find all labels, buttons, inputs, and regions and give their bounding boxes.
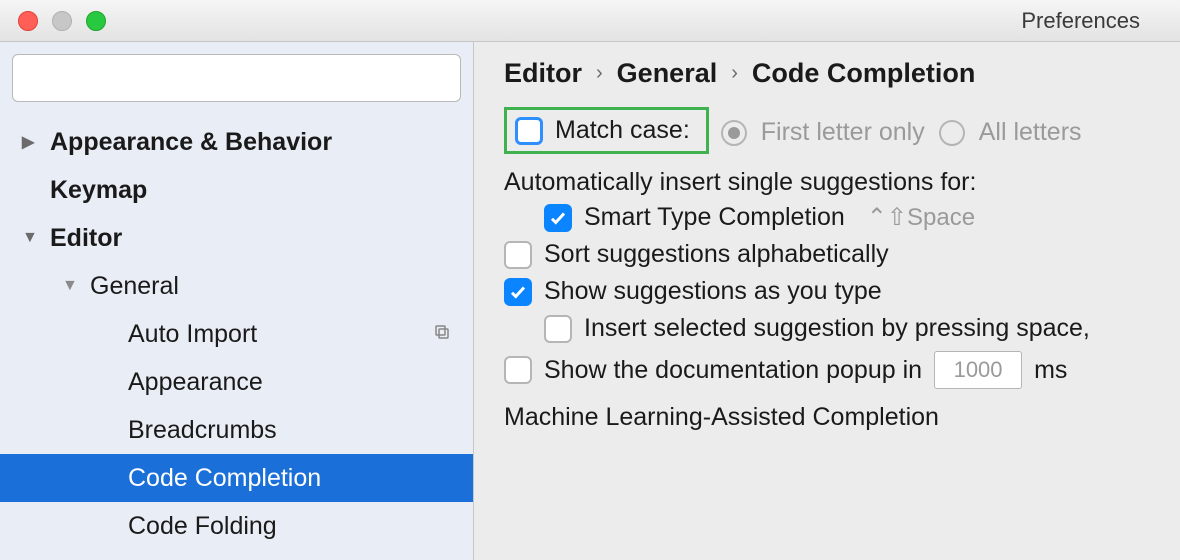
tree-label: Code Completion [128,464,321,493]
tree-item-code-completion[interactable]: Code Completion [0,454,473,502]
content-area: ▾ ▶ Appearance & Behavior ▶ Keymap ▼ Edi… [0,42,1180,560]
tree-label: Appearance [128,368,263,397]
all-letters-label: All letters [979,118,1082,147]
tree-item-editor[interactable]: ▼ Editor [0,214,473,262]
titlebar: Preferences [0,0,1180,42]
traffic-lights [0,11,106,31]
close-window-button[interactable] [18,11,38,31]
insert-space-row: Insert selected suggestion by pressing s… [544,314,1180,343]
tree-label: Keymap [50,176,147,205]
doc-popup-label: Show the documentation popup in [544,356,922,385]
tree-item-appearance-behavior[interactable]: ▶ Appearance & Behavior [0,118,473,166]
tree-item-code-folding[interactable]: Code Folding [0,502,473,550]
auto-insert-section-label: Automatically insert single suggestions … [504,168,1180,197]
show-as-type-checkbox[interactable] [504,278,532,306]
search-container: ▾ [0,42,473,110]
smart-type-shortcut: ⌃⇧Space [867,203,975,232]
chevron-down-icon: ▼ [62,277,80,295]
main-panel: Editor › General › Code Completion Match… [474,42,1180,560]
smart-type-label: Smart Type Completion [584,203,845,232]
tree-item-auto-import[interactable]: Auto Import [0,310,473,358]
smart-type-row: Smart Type Completion ⌃⇧Space [544,203,1180,232]
match-case-options: First letter only All letters [721,118,1082,147]
tree-label: General [90,272,179,301]
match-case-label: Match case: [555,116,690,145]
chevron-right-icon: ▶ [22,132,40,152]
breadcrumb: Editor › General › Code Completion [504,58,1180,89]
show-as-type-row: Show suggestions as you type [504,277,1180,306]
smart-type-checkbox[interactable] [544,204,572,232]
tree-label: Breadcrumbs [128,416,277,445]
copy-icon [433,323,451,346]
breadcrumb-part: Code Completion [752,58,976,89]
show-as-type-label: Show suggestions as you type [544,277,882,306]
sort-alpha-row: Sort suggestions alphabetically [504,240,1180,269]
window-title: Preferences [1021,8,1140,34]
tree-item-appearance[interactable]: Appearance [0,358,473,406]
sort-alpha-label: Sort suggestions alphabetically [544,240,889,269]
zoom-window-button[interactable] [86,11,106,31]
first-letter-label: First letter only [761,118,925,147]
sort-alpha-checkbox[interactable] [504,241,532,269]
search-input[interactable] [12,54,461,102]
insert-space-checkbox[interactable] [544,315,572,343]
settings-tree: ▶ Appearance & Behavior ▶ Keymap ▼ Edito… [0,110,473,560]
tree-label: Auto Import [128,320,257,349]
tree-item-breadcrumbs[interactable]: Breadcrumbs [0,406,473,454]
doc-popup-checkbox[interactable] [504,356,532,384]
tree-item-keymap[interactable]: ▶ Keymap [0,166,473,214]
ml-section-label: Machine Learning-Assisted Completion [504,403,1180,432]
chevron-right-icon: › [731,62,738,85]
all-letters-radio[interactable] [939,120,965,146]
tree-label: Editor [50,224,122,253]
tree-item-general[interactable]: ▼ General [0,262,473,310]
breadcrumb-part: General [617,58,718,89]
first-letter-radio[interactable] [721,120,747,146]
chevron-right-icon: › [596,62,603,85]
breadcrumb-part: Editor [504,58,582,89]
tree-label: Code Folding [128,512,277,541]
doc-popup-row: Show the documentation popup in ms [504,351,1180,389]
match-case-checkbox[interactable] [515,117,543,145]
tree-label: Appearance & Behavior [50,128,332,157]
ms-label: ms [1034,356,1067,385]
chevron-down-icon: ▼ [22,229,40,247]
doc-popup-delay-input[interactable] [934,351,1022,389]
minimize-window-button[interactable] [52,11,72,31]
highlighted-setting: Match case: [504,107,709,154]
sidebar: ▾ ▶ Appearance & Behavior ▶ Keymap ▼ Edi… [0,42,474,560]
insert-space-label: Insert selected suggestion by pressing s… [584,314,1090,343]
